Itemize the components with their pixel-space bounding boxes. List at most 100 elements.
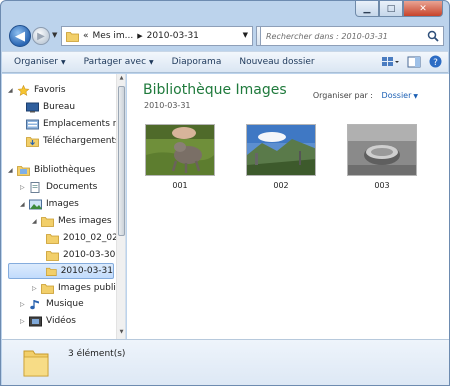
tree-images-publiques[interactable]: ▷ Images publiques <box>32 280 125 296</box>
chevron-down-icon: ▼ <box>149 59 154 66</box>
arrange-by-dropdown[interactable]: Dossier <box>382 91 412 100</box>
slideshow-label: Diaporama <box>171 57 222 67</box>
scroll-down-icon[interactable]: ▼ <box>118 329 125 338</box>
file-item[interactable]: 002 <box>245 124 317 190</box>
arrange-by: Organiser par : Dossier ▼ <box>313 91 418 100</box>
expand-arrow-icon[interactable]: ◢ <box>8 87 17 94</box>
tree-telechargements[interactable]: Téléchargements <box>26 133 120 149</box>
photo-thumbnail[interactable] <box>145 124 215 176</box>
tree-folder-2010-03-31[interactable]: 2010-03-31 <box>8 263 114 279</box>
pictures-icon <box>29 199 42 209</box>
tree-label: Musique <box>46 299 84 309</box>
change-view-icon[interactable] <box>381 56 399 68</box>
folder-icon <box>41 283 54 294</box>
caption-buttons: ▁ □ ✕ <box>355 1 443 19</box>
folder-icon <box>66 31 79 42</box>
minimize-button[interactable]: ▁ <box>355 1 379 17</box>
tree-emplacements-recents[interactable]: Emplacements ré <box>26 116 122 132</box>
arrange-by-label: Organiser par : <box>312 91 373 100</box>
library-subtitle: 2010-03-31 <box>144 101 191 110</box>
videos-icon <box>29 316 42 326</box>
maximize-button[interactable]: □ <box>379 1 403 17</box>
star-icon <box>17 84 30 96</box>
scroll-up-icon[interactable]: ▲ <box>118 75 125 84</box>
library-title: Bibliothèque Images <box>143 82 287 98</box>
slideshow-button[interactable]: Diaporama <box>163 57 231 67</box>
forward-button[interactable]: ▶ <box>32 27 50 45</box>
tree-label: Favoris <box>34 85 66 95</box>
item-count: 3 élément(s) <box>68 349 126 359</box>
tree-images[interactable]: ◢ Images <box>20 196 79 212</box>
navigation-pane: ◢ Favoris Bureau Emplacements ré Télécha… <box>2 74 126 339</box>
expand-arrow-icon[interactable]: ◢ <box>20 201 29 208</box>
tree-bibliotheques[interactable]: ◢ Bibliothèques <box>8 162 95 178</box>
command-bar: Organiser ▼ Partager avec ▼ Diaporama Nouv… <box>2 51 448 73</box>
tree-folder-2010-03-30[interactable]: 2010-03-30 <box>46 247 115 263</box>
tree-label: Bibliothèques <box>34 165 96 175</box>
address-bar[interactable]: « Mes im... ▶ 2010-03-31 ▼ <box>61 26 253 46</box>
search-input[interactable] <box>266 31 426 41</box>
scrollbar-thumb[interactable] <box>118 86 125 236</box>
tree-videos[interactable]: ▷ Vidéos <box>20 313 76 329</box>
tree-documents[interactable]: ▷ Documents <box>20 179 97 195</box>
svg-text:?: ? <box>433 58 438 68</box>
file-item[interactable]: 001 <box>144 124 216 190</box>
collapsed-arrow-icon[interactable]: ▷ <box>20 318 29 325</box>
new-folder-label: Nouveau dossier <box>239 57 315 67</box>
search-box[interactable] <box>260 26 444 46</box>
collapsed-arrow-icon[interactable]: ▷ <box>20 301 29 308</box>
expand-arrow-icon[interactable]: ◢ <box>32 218 41 225</box>
downloads-folder-icon <box>26 136 39 147</box>
share-with-menu[interactable]: Partager avec ▼ <box>75 57 163 67</box>
breadcrumb-separator-icon[interactable]: ▶ <box>137 32 142 40</box>
preview-pane-icon[interactable] <box>407 56 421 68</box>
search-icon[interactable] <box>427 30 439 42</box>
tree-label: Mes images <box>58 216 112 226</box>
tree-bureau[interactable]: Bureau <box>26 99 75 115</box>
content-pane: Bibliothèque Images 2010-03-31 Organiser… <box>127 74 449 339</box>
music-icon <box>30 299 39 309</box>
file-name: 002 <box>273 181 289 190</box>
tree-musique[interactable]: ▷ Musique <box>20 296 84 312</box>
file-name: 001 <box>172 181 188 190</box>
collapsed-arrow-icon[interactable]: ▷ <box>32 285 41 292</box>
explorer-window: ▁ □ ✕ ◀ ▶ ▼ « Mes im... ▶ 2010-03-31 ▼ ↻ <box>0 0 450 386</box>
breadcrumb-current[interactable]: 2010-03-31 <box>147 31 199 41</box>
file-name: 003 <box>374 181 390 190</box>
libraries-icon <box>17 165 30 176</box>
close-button[interactable]: ✕ <box>403 1 443 17</box>
folder-icon <box>46 267 57 276</box>
details-pane: 3 élément(s) <box>2 339 449 385</box>
new-folder-button[interactable]: Nouveau dossier <box>230 57 323 67</box>
organize-menu[interactable]: Organiser ▼ <box>2 57 75 67</box>
file-item[interactable]: 003 <box>346 124 418 190</box>
photo-thumbnail[interactable] <box>347 124 417 176</box>
share-with-label: Partager avec <box>83 57 147 67</box>
desktop-icon <box>26 102 39 112</box>
chevron-down-icon: ▼ <box>61 59 66 66</box>
tree-label: 2010-03-31 <box>60 266 113 276</box>
chevron-down-icon[interactable]: ▼ <box>413 93 418 100</box>
documents-icon <box>30 181 40 193</box>
recent-places-icon <box>26 119 39 129</box>
back-button[interactable]: ◀ <box>9 25 31 47</box>
tree-label: Documents <box>46 182 98 192</box>
folder-icon <box>46 233 59 244</box>
navigation-bar: ◀ ▶ ▼ « Mes im... ▶ 2010-03-31 ▼ ↻ <box>1 21 449 51</box>
tree-mes-images[interactable]: ◢ Mes images <box>32 213 112 229</box>
folder-icon <box>46 250 59 261</box>
organize-label: Organiser <box>14 57 58 67</box>
tree-folder-2010-02-02[interactable]: 2010_02_02 <box>46 230 118 246</box>
help-icon[interactable]: ? <box>429 55 442 68</box>
tree-label: Images <box>46 199 79 209</box>
recent-pages-dropdown[interactable]: ▼ <box>52 31 57 39</box>
breadcrumb-mes-images[interactable]: Mes im... <box>93 31 134 41</box>
collapsed-arrow-icon[interactable]: ▷ <box>20 184 29 191</box>
tree-favoris[interactable]: ◢ Favoris <box>8 82 66 98</box>
photo-thumbnail[interactable] <box>246 124 316 176</box>
expand-arrow-icon[interactable]: ◢ <box>8 167 17 174</box>
breadcrumb-overflow[interactable]: « <box>83 31 89 41</box>
folder-icon <box>23 350 49 377</box>
nav-pane-scrollbar[interactable]: ▲ ▼ <box>116 74 125 339</box>
address-dropdown-icon[interactable]: ▼ <box>243 31 248 39</box>
